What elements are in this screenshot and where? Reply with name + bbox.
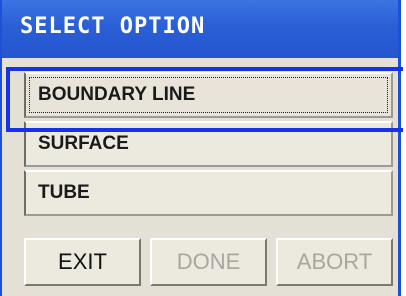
button-row: EXIT DONE ABORT [24, 238, 393, 286]
title-bar[interactable]: SELECT OPTION [2, 0, 398, 58]
dialog-title: SELECT OPTION [20, 14, 206, 39]
option-label: BOUNDARY LINE [38, 84, 196, 105]
option-tube[interactable]: TUBE [24, 170, 393, 216]
option-label: TUBE [38, 182, 90, 203]
done-button[interactable]: DONE [150, 238, 267, 286]
select-option-dialog: SELECT OPTION BOUNDARY LINE SURFACE TUBE… [0, 0, 401, 296]
abort-button[interactable]: ABORT [276, 238, 393, 286]
option-list: BOUNDARY LINE SURFACE TUBE [24, 72, 393, 219]
option-surface[interactable]: SURFACE [24, 121, 393, 167]
option-boundary-line[interactable]: BOUNDARY LINE [24, 72, 393, 118]
exit-button[interactable]: EXIT [24, 238, 141, 286]
option-label: SURFACE [38, 133, 129, 154]
